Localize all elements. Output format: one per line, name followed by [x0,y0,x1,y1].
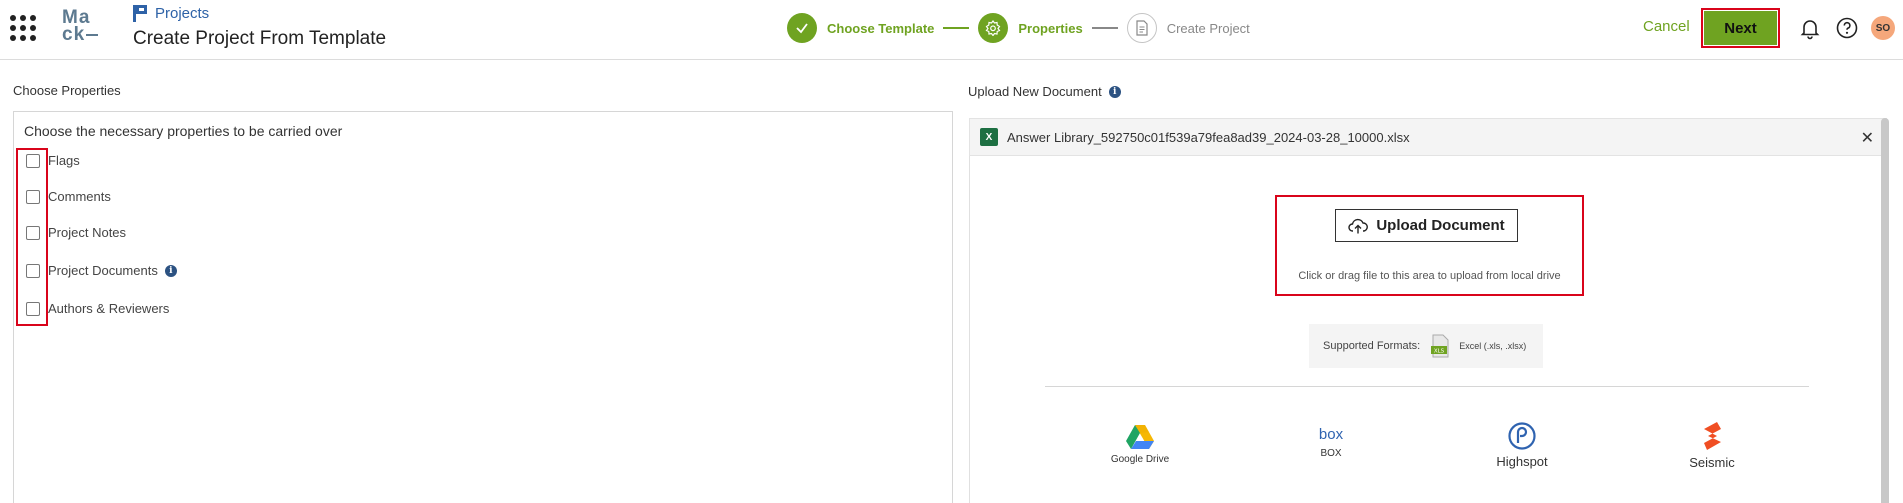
excel-file-icon: X [980,128,998,146]
upload-hint: Click or drag file to this area to uploa… [1298,270,1561,282]
uploaded-file-bar: X Answer Library_592750c01f539a79fea8ad3… [969,118,1887,156]
cancel-button[interactable]: Cancel [1643,18,1690,35]
step-create-project[interactable]: Create Project [1126,13,1250,43]
step-choose-template[interactable]: Choose Template [787,13,934,43]
bell-icon[interactable] [1798,16,1822,40]
supported-formats: Supported Formats: XLS Excel (.xls, .xls… [1309,324,1543,368]
step-properties[interactable]: Properties [978,13,1083,43]
checkmark-icon [787,13,817,43]
upload-document-button[interactable]: Upload Document [1335,209,1518,242]
breadcrumb-projects[interactable]: Projects [133,5,209,22]
svg-text:XLS: XLS [1434,349,1445,355]
source-seismic[interactable]: Seismic [1688,421,1736,470]
upload-new-document-label: Upload New Document i [968,84,1121,99]
progress-stepper: Choose Template Properties Create Projec… [787,12,1250,44]
properties-heading: Choose the necessary properties to be ca… [24,123,343,139]
app-launcher-icon[interactable] [10,15,36,41]
checkbox-column-highlight [16,148,48,326]
box-icon: box [1319,426,1344,443]
mack-logo[interactable]: Ma ck [62,8,104,44]
file-name: Answer Library_592750c01f539a79fea8ad39_… [1007,129,1410,145]
top-header: Ma ck Projects Create Project From Templ… [0,0,1903,60]
svg-text:box: box [1319,426,1344,443]
info-icon[interactable]: i [1108,85,1121,98]
close-icon[interactable]: ✕ [1861,128,1874,148]
info-icon[interactable]: i [164,264,177,277]
highspot-icon [1508,422,1536,450]
page-title: Create Project From Template [133,28,387,49]
next-button[interactable]: Next [1704,11,1777,45]
step-connector [1091,27,1118,29]
projects-icon [133,5,147,22]
source-box[interactable]: box BOX [1315,424,1347,459]
help-icon[interactable] [1835,16,1859,40]
choose-properties-label: Choose Properties [13,83,121,98]
xls-file-icon: XLS [1431,334,1449,358]
document-icon [1126,13,1157,43]
google-drive-icon [1126,425,1154,449]
seismic-icon [1704,422,1721,450]
cloud-upload-icon [1348,218,1369,233]
scrollbar[interactable] [1881,118,1889,503]
gear-icon [978,13,1009,43]
step-connector [943,27,970,29]
source-google-drive[interactable]: Google Drive [1110,424,1170,465]
source-highspot[interactable]: Highspot [1494,422,1550,469]
avatar[interactable]: SO [1871,16,1895,40]
property-project-documents[interactable]: Project Documents i [26,263,177,278]
divider [1045,386,1809,387]
